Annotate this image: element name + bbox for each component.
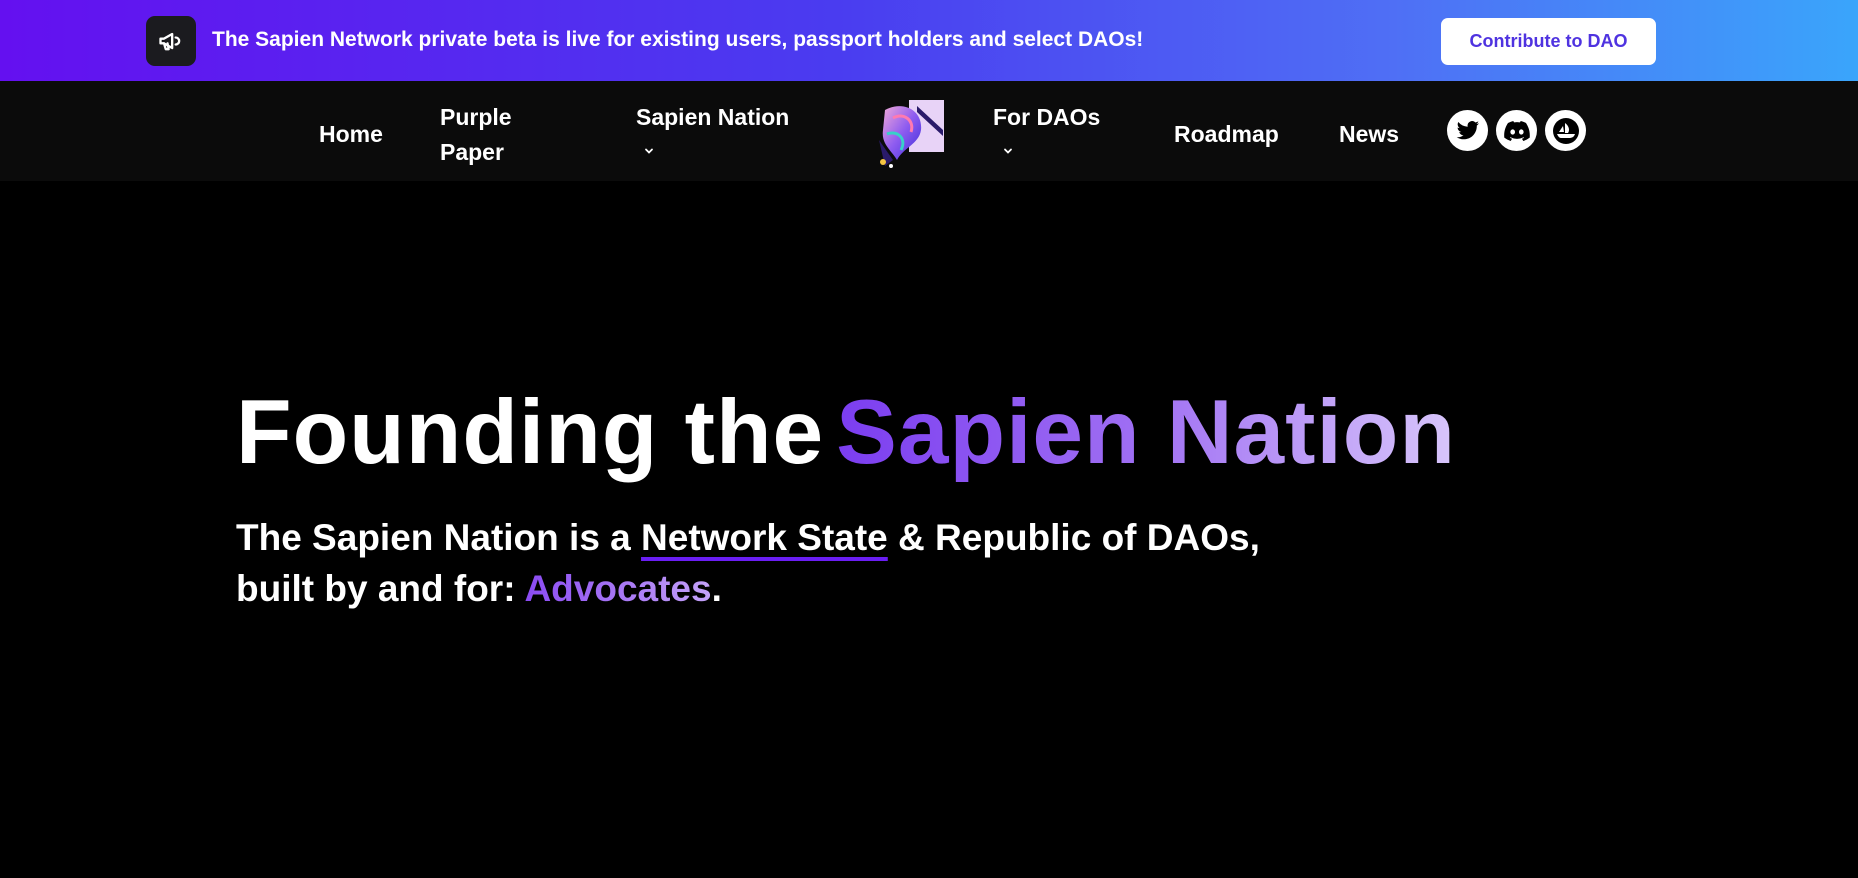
sapien-logo[interactable] — [873, 100, 944, 170]
twitter-icon[interactable] — [1447, 110, 1488, 151]
contribute-to-dao-button[interactable]: Contribute to DAO — [1441, 18, 1656, 65]
chevron-down-icon[interactable] — [1003, 146, 1013, 156]
hero-sub-text: The Sapien Nation is a — [236, 517, 642, 558]
hero-sub-text: built by and for: — [236, 568, 525, 609]
chevron-down-icon[interactable] — [644, 146, 654, 156]
nav-purple-paper-link[interactable]: Purple Paper — [440, 100, 550, 170]
nav-roadmap-link[interactable]: Roadmap — [1174, 117, 1279, 152]
announcement-banner: The Sapien Network private beta is live … — [0, 0, 1858, 81]
banner-message: The Sapien Network private beta is live … — [212, 28, 1144, 51]
nav-home-link[interactable]: Home — [319, 117, 383, 152]
hero-title-highlight: Sapien Nation — [836, 382, 1456, 483]
megaphone-icon — [146, 16, 196, 66]
hero-sub-text: & Republic of DAOs, — [887, 517, 1260, 558]
hero-title-lead: Founding the — [236, 382, 825, 483]
nav-for-daos-link[interactable]: For DAOs — [993, 100, 1100, 135]
hero-sub-period: . — [711, 568, 722, 609]
opensea-icon[interactable] — [1545, 110, 1586, 151]
nav-sapien-nation-link[interactable]: Sapien Nation — [636, 100, 789, 135]
rotating-word: Advocates — [524, 568, 712, 609]
nav-news-link[interactable]: News — [1339, 117, 1399, 152]
discord-icon[interactable] — [1496, 110, 1537, 151]
hero-subtitle: The Sapien Nation is a Network State & R… — [236, 512, 1260, 614]
hero-title: Founding the Sapien Nation — [236, 380, 1456, 485]
network-state-link[interactable]: Network State — [641, 517, 888, 558]
